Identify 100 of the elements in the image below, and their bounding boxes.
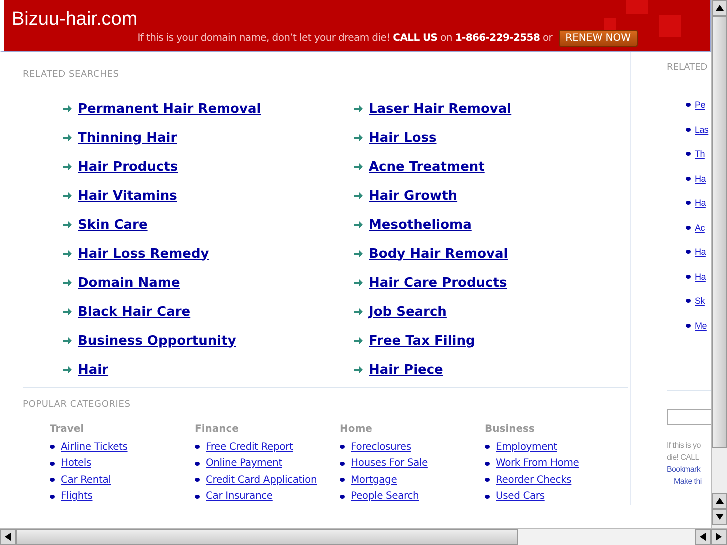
arrow-icon: [354, 134, 363, 142]
search-link[interactable]: Ha: [695, 272, 706, 282]
category-link[interactable]: Airline Tickets: [61, 442, 128, 453]
search-link[interactable]: Ha: [695, 174, 706, 184]
arrow-icon: [354, 221, 363, 229]
search-link[interactable]: Free Tax Filing: [369, 334, 476, 348]
arrow-icon: [63, 308, 72, 316]
horizontal-scrollbar[interactable]: [0, 528, 727, 545]
category-link[interactable]: Free Credit Report: [206, 442, 294, 453]
search-link[interactable]: Hair Piece: [369, 362, 444, 378]
renew-button[interactable]: RENEW NOW: [558, 30, 638, 47]
bullet-icon: [485, 494, 490, 499]
section-heading: POPULAR CATEGORIES: [23, 400, 132, 410]
bullet-icon: [686, 201, 691, 206]
domain-message: If this is your domain name, don’t let your dream die! CALL US on 1-866-229-2558 or: [138, 33, 553, 44]
section-heading: RELATED: [667, 63, 709, 73]
bullet-icon: [340, 494, 345, 499]
homepage-link[interactable]: Make thi: [674, 476, 702, 488]
category-link[interactable]: Online Payment: [206, 458, 282, 470]
search-link[interactable]: Mesothelioma: [369, 218, 472, 232]
category-link[interactable]: Reorder Checks: [496, 474, 572, 486]
search-link[interactable]: Acne Treatment: [369, 160, 485, 174]
arrow-icon: [63, 337, 72, 345]
bullet-icon: [686, 324, 691, 328]
bullet-icon: [686, 128, 691, 132]
search-link[interactable]: Ha: [695, 198, 706, 208]
section-heading: RELATED SEARCHES: [23, 70, 120, 80]
search-link[interactable]: Permanent Hair Removal: [78, 102, 262, 116]
arrow-icon: [63, 163, 72, 171]
search-link[interactable]: Sk: [695, 296, 705, 306]
bookmark-link[interactable]: Bookmark: [667, 464, 701, 476]
arrow-icon: [63, 134, 72, 142]
arrow-icon: [354, 308, 363, 316]
bullet-icon: [50, 445, 55, 450]
scroll-up-icon[interactable]: [716, 498, 724, 504]
category-link[interactable]: Credit Card Application: [206, 474, 318, 486]
arrow-icon: [63, 192, 72, 200]
category-link[interactable]: Car Rental: [61, 474, 112, 486]
note-text: die! CALL: [667, 452, 700, 464]
search-link[interactable]: Hair Loss: [369, 130, 437, 146]
search-link[interactable]: Me: [695, 320, 707, 331]
category-title: Business: [485, 424, 536, 435]
search-link[interactable]: Hair Growth: [369, 188, 458, 204]
search-link[interactable]: Laser Hair Removal: [369, 102, 512, 116]
bullet-icon: [485, 478, 490, 482]
category-link[interactable]: Car Insurance: [206, 491, 273, 502]
bullet-icon: [485, 462, 490, 466]
category-link[interactable]: Mortgage: [351, 474, 398, 486]
arrow-icon: [354, 337, 363, 345]
category-title: Travel: [50, 424, 86, 435]
arrow-icon: [63, 221, 72, 229]
search-link[interactable]: Hair Care Products: [369, 276, 508, 290]
site-title: Bizuu-hair.com: [12, 9, 138, 31]
scroll-left-icon[interactable]: [5, 533, 11, 541]
search-field[interactable]: [667, 409, 711, 425]
search-link[interactable]: Skin Care: [78, 218, 148, 232]
bullet-icon: [340, 478, 345, 482]
arrow-icon: [354, 105, 363, 113]
bullet-icon: [50, 478, 55, 482]
search-link[interactable]: Business Opportunity: [78, 334, 236, 348]
arrow-icon: [63, 279, 72, 287]
bullet-icon: [195, 478, 200, 482]
search-link[interactable]: Hair Loss Remedy: [78, 246, 210, 262]
search-link[interactable]: Pe: [695, 100, 706, 110]
category-link[interactable]: Work From Home: [496, 458, 580, 470]
search-link[interactable]: Job Search: [369, 304, 447, 320]
scroll-down-icon[interactable]: [716, 514, 724, 520]
category-title: Home: [340, 424, 374, 435]
search-link[interactable]: Body Hair Removal: [369, 246, 508, 262]
search-link[interactable]: Black Hair Care: [78, 304, 191, 320]
category-link[interactable]: Flights: [61, 491, 93, 502]
search-link[interactable]: Las: [695, 124, 709, 135]
category-link[interactable]: Foreclosures: [351, 442, 412, 453]
scroll-right-icon[interactable]: [716, 533, 722, 541]
search-link[interactable]: Th: [695, 149, 705, 160]
bullet-icon: [686, 299, 691, 304]
scroll-up-icon[interactable]: [716, 5, 724, 11]
category-link[interactable]: People Search: [351, 491, 420, 502]
search-link[interactable]: Ac: [695, 222, 705, 233]
search-link[interactable]: Domain Name: [78, 276, 180, 290]
arrow-icon: [63, 105, 72, 113]
bullet-icon: [50, 494, 55, 499]
search-link[interactable]: Hair Vitamins: [78, 188, 178, 204]
arrow-icon: [63, 250, 72, 258]
bullet-icon: [195, 494, 200, 499]
category-link[interactable]: Used Cars: [496, 491, 545, 502]
search-link[interactable]: Ha: [695, 247, 706, 258]
search-link[interactable]: Hair: [78, 362, 109, 378]
search-link[interactable]: Hair Products: [78, 160, 178, 174]
category-link[interactable]: Employment: [496, 442, 558, 453]
arrow-icon: [354, 163, 363, 171]
category-link[interactable]: Hotels: [61, 458, 92, 470]
vertical-scrollbar[interactable]: [711, 0, 727, 528]
scroll-left-icon[interactable]: [700, 533, 706, 541]
arrow-icon: [63, 366, 72, 374]
search-link[interactable]: Thinning Hair: [78, 130, 178, 146]
bullet-icon: [485, 445, 490, 450]
arrow-icon: [354, 366, 363, 374]
bullet-icon: [340, 445, 345, 450]
category-link[interactable]: Houses For Sale: [351, 458, 428, 470]
